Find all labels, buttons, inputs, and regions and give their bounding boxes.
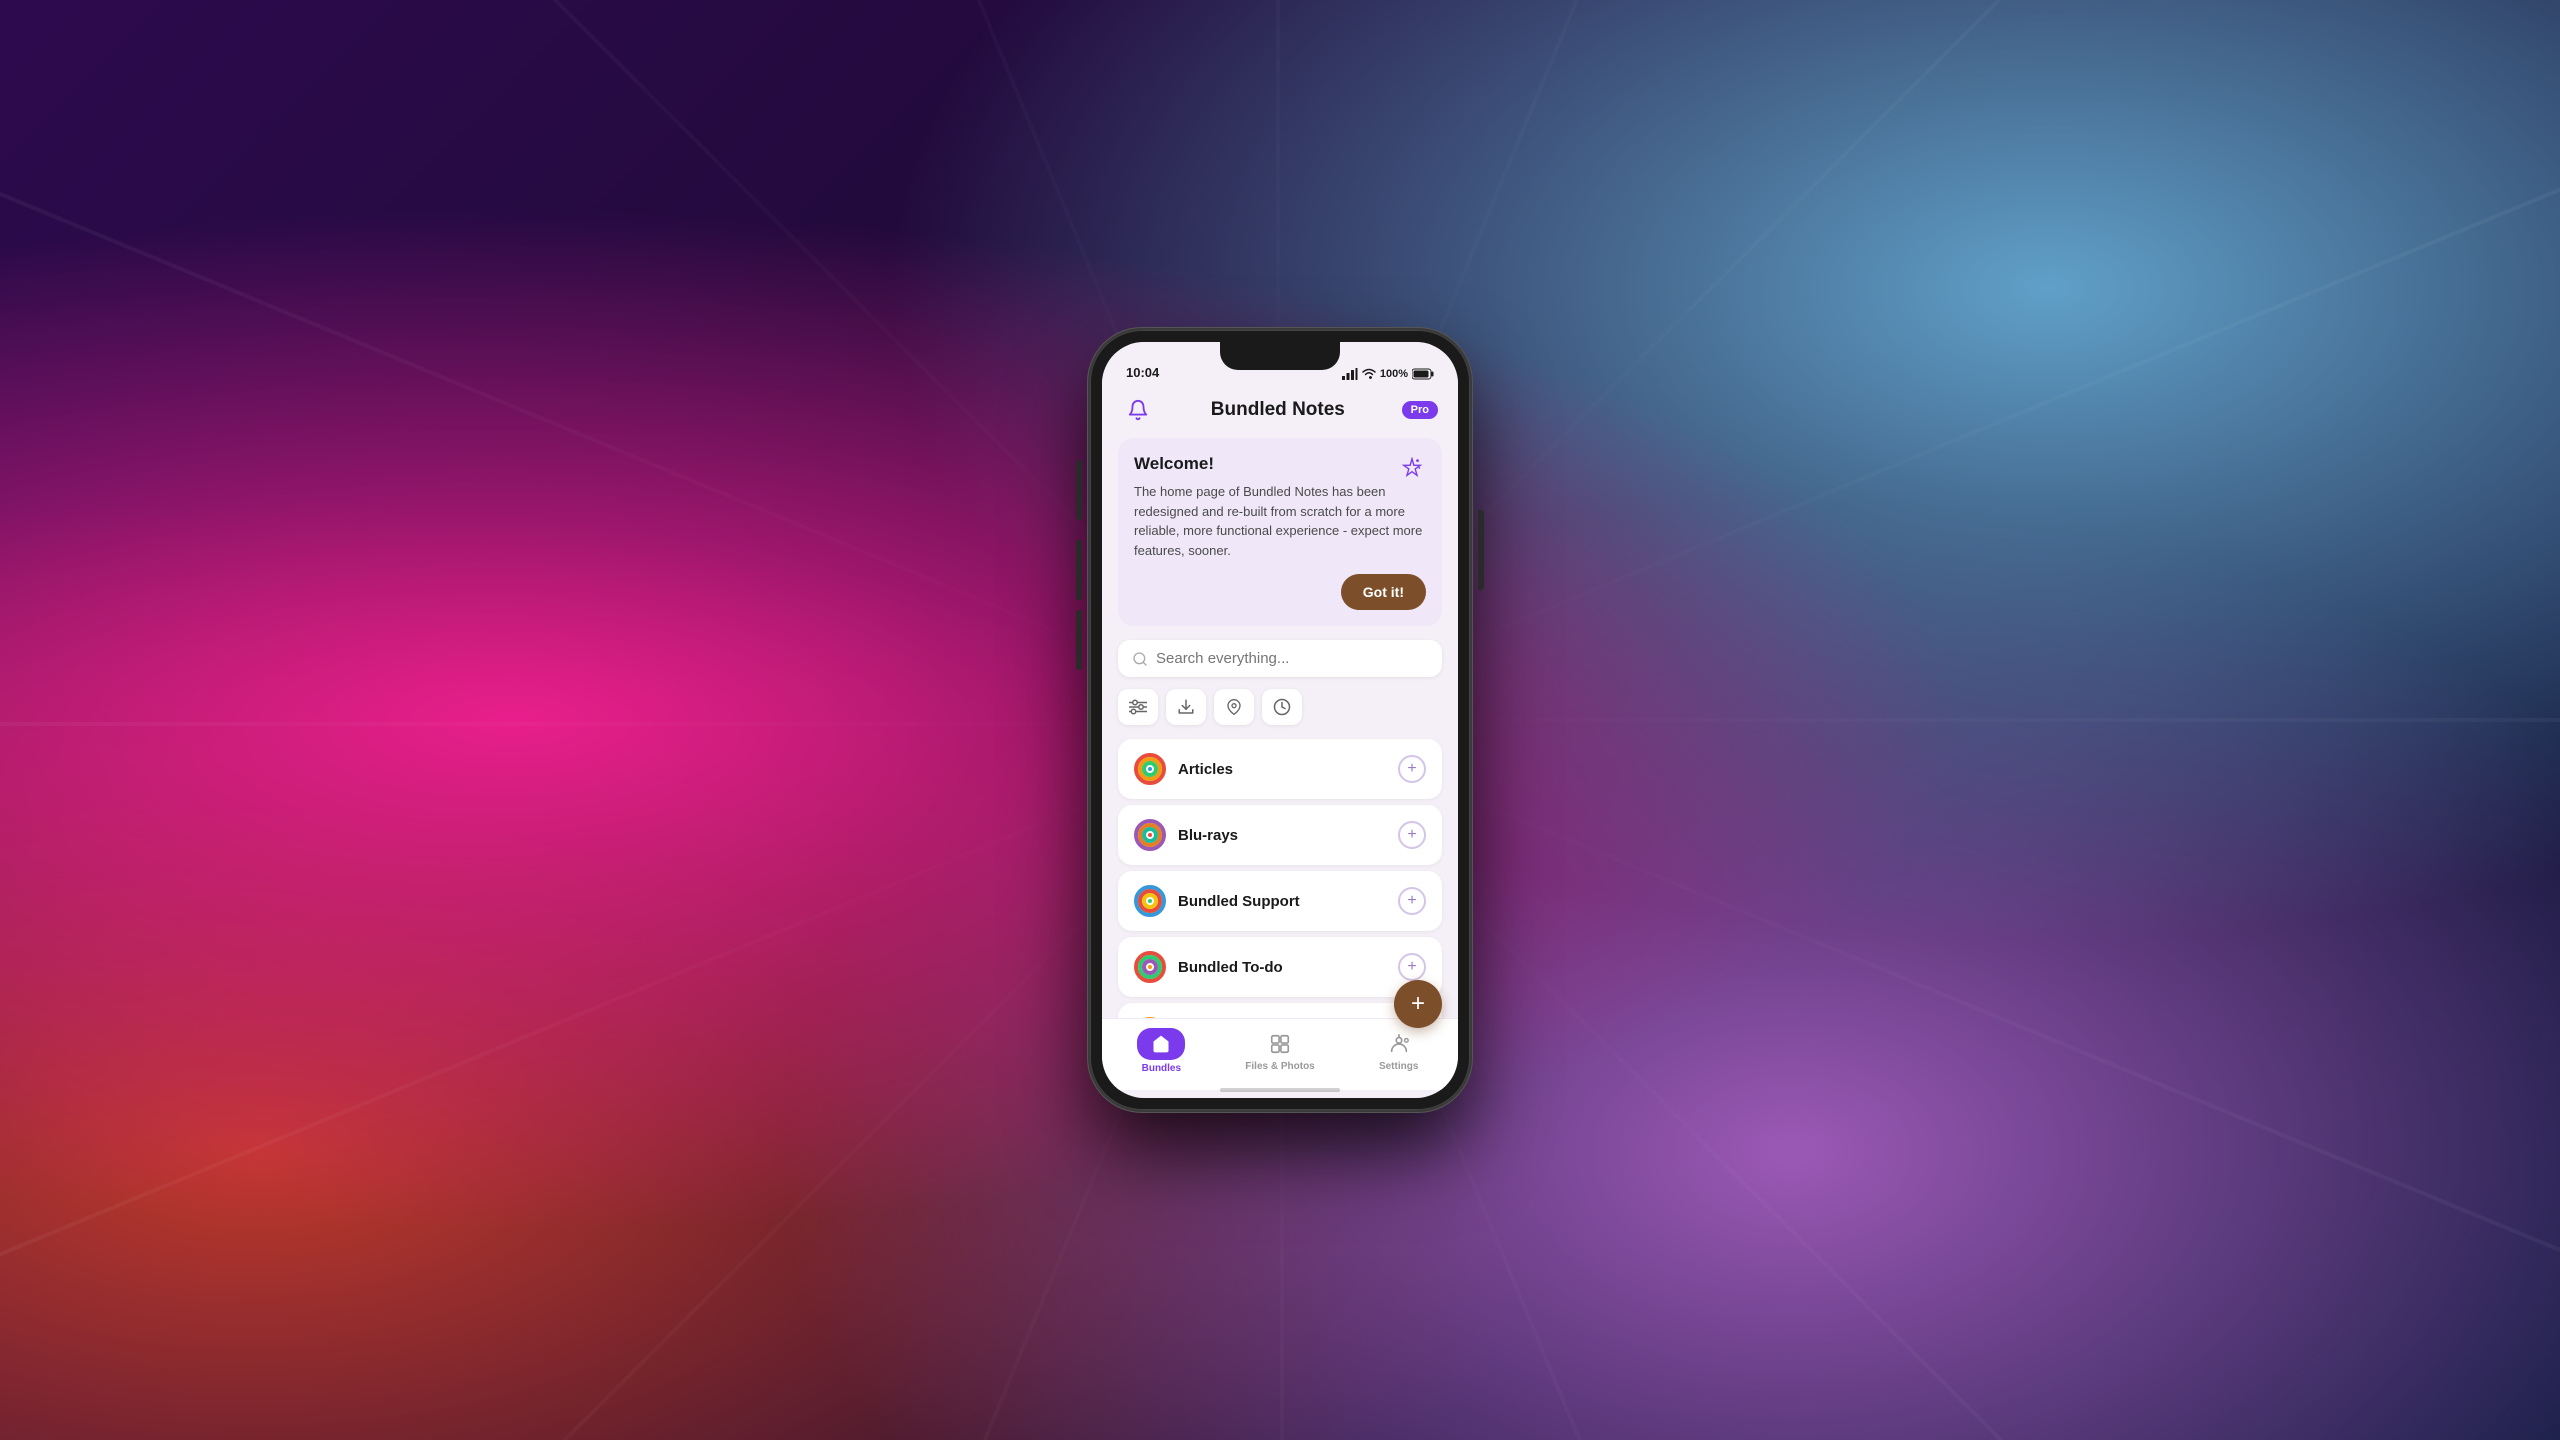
- nav-bundles-label: Bundles: [1142, 1063, 1181, 1074]
- home-indicator: [1102, 1090, 1458, 1098]
- bundle-name: Bundled Support: [1178, 893, 1386, 910]
- signal-icon: [1342, 368, 1358, 380]
- main-content[interactable]: Welcome! The home page of Bundled Notes …: [1102, 438, 1458, 1018]
- bundle-item[interactable]: Bundled To-do +: [1118, 937, 1442, 997]
- search-bar[interactable]: [1118, 640, 1442, 677]
- bottom-navigation: Bundles Files & Photos: [1102, 1018, 1458, 1090]
- bundle-icon: [1134, 885, 1166, 917]
- search-input[interactable]: [1156, 650, 1428, 667]
- welcome-card: Welcome! The home page of Bundled Notes …: [1118, 438, 1442, 626]
- app-header: Bundled Notes Pro: [1102, 386, 1458, 438]
- inbox-button[interactable]: [1166, 689, 1206, 725]
- home-icon: [1151, 1034, 1171, 1054]
- bundle-name: Blu-rays: [1178, 827, 1386, 844]
- bundle-name: Articles: [1178, 761, 1386, 778]
- nav-settings-label: Settings: [1379, 1061, 1418, 1072]
- fab-add-button[interactable]: +: [1394, 980, 1442, 1028]
- battery-icon: [1412, 368, 1434, 380]
- nav-item-bundles[interactable]: Bundles: [1102, 1028, 1221, 1082]
- filter-toolbar: [1118, 689, 1442, 725]
- phone-screen: 10:04 100%: [1102, 342, 1458, 1098]
- home-indicator-bar: [1220, 1088, 1340, 1092]
- nav-item-files-photos[interactable]: Files & Photos: [1221, 1030, 1340, 1080]
- bundle-item[interactable]: Bundled Support +: [1118, 871, 1442, 931]
- nav-bundles-icon-bg: [1137, 1028, 1185, 1060]
- sparkle-icon: [1398, 454, 1426, 482]
- welcome-title: Welcome!: [1134, 454, 1426, 474]
- nav-files-label: Files & Photos: [1245, 1061, 1314, 1072]
- filter-sliders-button[interactable]: [1118, 689, 1158, 725]
- phone-body: 10:04 100%: [1090, 330, 1470, 1110]
- welcome-body: The home page of Bundled Notes has been …: [1134, 482, 1426, 560]
- pro-badge: Pro: [1402, 401, 1438, 419]
- bundle-add-button[interactable]: +: [1398, 887, 1426, 915]
- bundle-icon: [1134, 819, 1166, 851]
- files-icon: [1266, 1030, 1294, 1058]
- got-it-button[interactable]: Got it!: [1341, 574, 1426, 610]
- fab-icon: +: [1411, 990, 1425, 1018]
- bundle-item[interactable]: Articles +: [1118, 739, 1442, 799]
- bundle-add-button[interactable]: +: [1398, 755, 1426, 783]
- pin-button[interactable]: [1214, 689, 1254, 725]
- battery-percent: 100%: [1380, 368, 1408, 380]
- status-time: 10:04: [1126, 365, 1159, 380]
- bell-icon[interactable]: [1122, 394, 1154, 426]
- bundle-icon: [1134, 753, 1166, 785]
- phone-device: 10:04 100%: [1090, 330, 1470, 1110]
- search-icon: [1132, 651, 1148, 667]
- wifi-icon: [1362, 368, 1376, 380]
- bundle-icon: [1134, 951, 1166, 983]
- phone-notch: [1220, 342, 1340, 370]
- status-icons: 100%: [1342, 368, 1434, 380]
- clock-button[interactable]: [1262, 689, 1302, 725]
- bundle-add-button[interactable]: +: [1398, 953, 1426, 981]
- bundle-add-button[interactable]: +: [1398, 821, 1426, 849]
- bundle-name: Bundled To-do: [1178, 959, 1386, 976]
- bundle-item[interactable]: Blu-rays +: [1118, 805, 1442, 865]
- bundle-list: Articles + Blu-rays +: [1118, 739, 1442, 1018]
- app-title: Bundled Notes: [1211, 399, 1345, 421]
- nav-item-settings[interactable]: Settings: [1339, 1030, 1458, 1080]
- settings-icon: [1385, 1030, 1413, 1058]
